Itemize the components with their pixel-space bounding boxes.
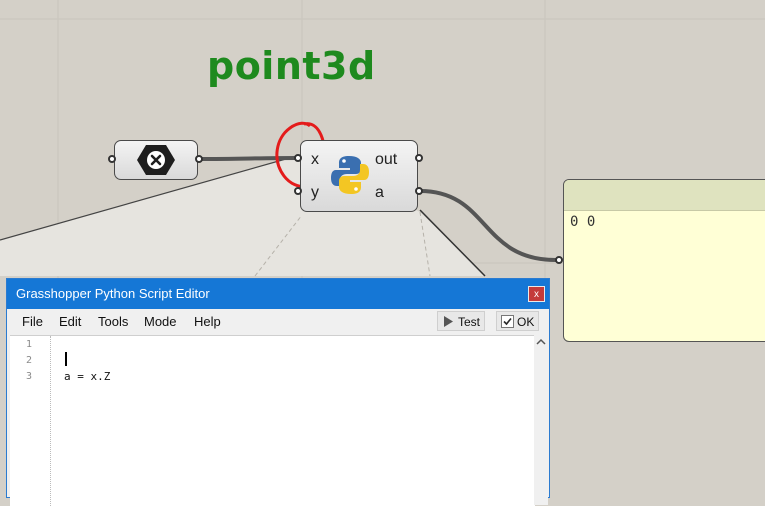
output-out-port[interactable] (415, 154, 423, 162)
play-icon (444, 316, 453, 327)
input-x-label[interactable]: x (311, 151, 319, 169)
editor-titlebar[interactable]: Grasshopper Python Script Editor x (7, 279, 549, 309)
editor-menubar: File Edit Tools Mode Help Test OK (7, 309, 549, 333)
test-button[interactable]: Test (437, 311, 486, 331)
param-input-port[interactable] (108, 155, 116, 163)
output-a-label[interactable]: a (375, 184, 384, 202)
python-script-editor-window[interactable]: Grasshopper Python Script Editor x File … (6, 278, 550, 506)
vertical-scrollbar[interactable] (534, 335, 548, 505)
menu-edit[interactable]: Edit (59, 314, 81, 329)
close-button[interactable]: x (528, 286, 545, 302)
wire-param-to-x (197, 156, 298, 161)
checkmark-icon (501, 315, 514, 328)
line-number: 1 (26, 339, 33, 350)
output-out-label[interactable]: out (375, 151, 397, 169)
menu-mode[interactable]: Mode (144, 314, 177, 329)
scroll-up-arrow-icon[interactable] (534, 336, 548, 348)
panel-header (564, 180, 765, 211)
output-a-port[interactable] (415, 187, 423, 195)
param-output-port[interactable] (195, 155, 203, 163)
menu-file[interactable]: File (22, 314, 43, 329)
annotation-title: point3d (207, 44, 376, 88)
close-hex-icon (137, 145, 175, 175)
editor-title: Grasshopper Python Script Editor (16, 286, 210, 301)
input-y-label[interactable]: y (311, 184, 319, 202)
line-number: 2 (26, 355, 33, 366)
code-line: a = x.Z (64, 370, 111, 383)
python-component[interactable]: x y out a (300, 140, 418, 212)
input-y-port[interactable] (294, 187, 302, 195)
text-cursor (65, 352, 67, 366)
ok-button[interactable]: OK (496, 311, 540, 331)
param-node[interactable] (114, 140, 198, 180)
panel-content: 0 0 (570, 214, 596, 230)
output-panel[interactable]: 0 0 (563, 179, 765, 342)
menu-help[interactable]: Help (194, 314, 221, 329)
line-number-gutter: 1 2 3 (10, 336, 51, 506)
menu-tools[interactable]: Tools (98, 314, 128, 329)
input-x-port[interactable] (294, 154, 302, 162)
ok-label: OK (517, 315, 535, 329)
code-editor[interactable]: 1 2 3 a = x.Z (10, 335, 535, 506)
test-label: Test (458, 315, 481, 329)
panel-input-port[interactable] (555, 256, 563, 264)
line-number: 3 (26, 371, 33, 382)
python-logo-icon (331, 156, 369, 194)
